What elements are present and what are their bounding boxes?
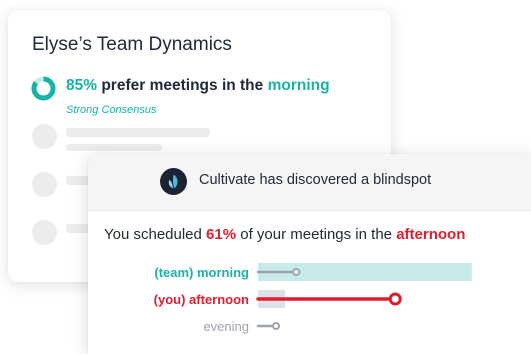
cultivate-leaf-logo-icon <box>160 168 187 195</box>
your-share-marker <box>272 322 280 330</box>
schedule-time: afternoon <box>396 226 466 243</box>
your-share-marker <box>292 268 301 276</box>
schedule-statement: You scheduled 61% of your meetings in th… <box>104 226 465 243</box>
schedule-percent: 61% <box>206 226 237 243</box>
placeholder-line <box>66 128 210 137</box>
placeholder-line <box>66 224 90 233</box>
consensus-progress-ring <box>31 76 56 101</box>
placeholder-line <box>66 144 162 151</box>
your-share-marker <box>388 292 402 306</box>
row-label-team-morning: (team) morning <box>154 265 249 280</box>
schedule-sentence-start: You scheduled <box>104 226 202 243</box>
placeholder-avatar <box>32 220 57 245</box>
schedule-sentence-mid: of your meetings in the <box>240 226 393 243</box>
preference-statement: 85% prefer meetings in the morning <box>66 77 330 95</box>
placeholder-avatar <box>32 124 57 149</box>
blindspot-card: Cultivate has discovered a blindspot You… <box>88 154 531 354</box>
time-of-day-chart <box>256 263 472 330</box>
blindspot-header-text: Cultivate has discovered a blindspot <box>199 172 432 188</box>
preference-time: morning <box>267 77 330 94</box>
row-label-evening: evening <box>203 319 249 334</box>
blindspot-header: Cultivate has discovered a blindspot <box>88 154 531 211</box>
row-label-you-afternoon: (you) afternoon <box>153 292 249 307</box>
preference-percent: 85% <box>66 77 98 94</box>
placeholder-avatar <box>32 172 57 197</box>
consensus-label: Strong Consensus <box>66 104 157 116</box>
preference-phrase: prefer meetings in the <box>101 77 264 94</box>
placeholder-line <box>66 176 90 185</box>
card-title: Elyse’s Team Dynamics <box>32 34 232 55</box>
